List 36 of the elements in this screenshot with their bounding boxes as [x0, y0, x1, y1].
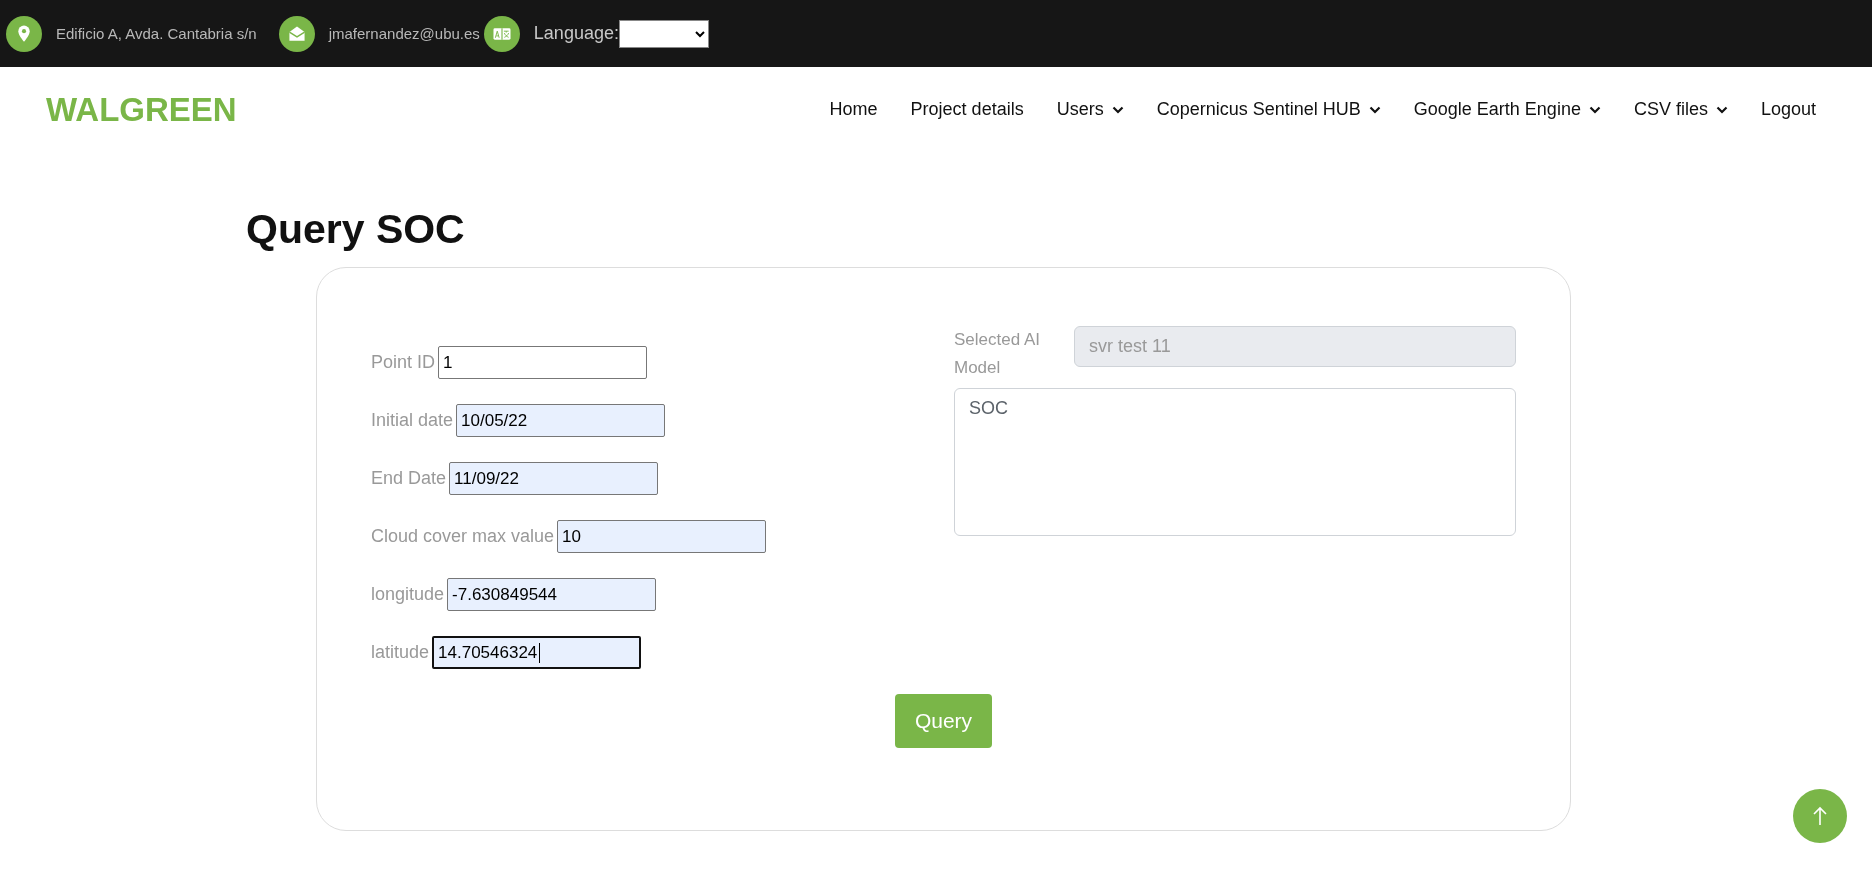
nav-link[interactable]: Copernicus Sentinel HUB: [1156, 99, 1381, 120]
translate-icon: [483, 15, 520, 52]
page-title: Query SOC: [246, 206, 465, 253]
nav-link[interactable]: Home: [829, 99, 878, 120]
chevron-down-icon: [1368, 105, 1381, 114]
nav-link[interactable]: Google Earth Engine: [1413, 99, 1601, 120]
envelope-icon: [278, 15, 315, 52]
input-field[interactable]: 14.70546324: [432, 636, 642, 669]
input-field[interactable]: 1: [438, 346, 648, 379]
text-cursor: [539, 643, 541, 663]
nav-link[interactable]: Project details: [910, 99, 1024, 120]
field-label: longitude: [371, 584, 445, 605]
field-label: End Date: [371, 468, 447, 489]
language-label: Language:: [533, 23, 619, 44]
nav-link[interactable]: Users: [1056, 99, 1124, 120]
nav-link[interactable]: CSV files: [1633, 99, 1728, 120]
input-field[interactable]: 10/05/22: [456, 404, 666, 437]
field-label: Selected AI Model: [954, 329, 1041, 379]
language-select[interactable]: [618, 19, 709, 48]
model-field: svr test 11: [1074, 326, 1516, 367]
input-field[interactable]: 11/09/22: [449, 462, 659, 495]
input-field[interactable]: 10: [557, 520, 767, 553]
chevron-down-icon: [1588, 105, 1601, 114]
address-text: Edificio A, Avda. Cantabria s/n: [56, 25, 257, 42]
chevron-down-icon: [1111, 105, 1124, 114]
chevron-down-icon: [1715, 105, 1728, 114]
nav-link[interactable]: Logout: [1760, 99, 1816, 120]
field-label: Cloud cover max value: [371, 526, 555, 547]
field-label: latitude: [371, 642, 430, 663]
result-textarea[interactable]: SOC: [954, 388, 1516, 536]
field-label: Initial date: [371, 410, 454, 431]
field-label: Point ID: [371, 352, 436, 373]
input-field[interactable]: -7.630849544: [447, 578, 657, 611]
email-text: jmafernandez@ubu.es: [328, 25, 480, 42]
arrow-up-icon: [1812, 806, 1828, 826]
location-pin-icon: [6, 15, 42, 52]
